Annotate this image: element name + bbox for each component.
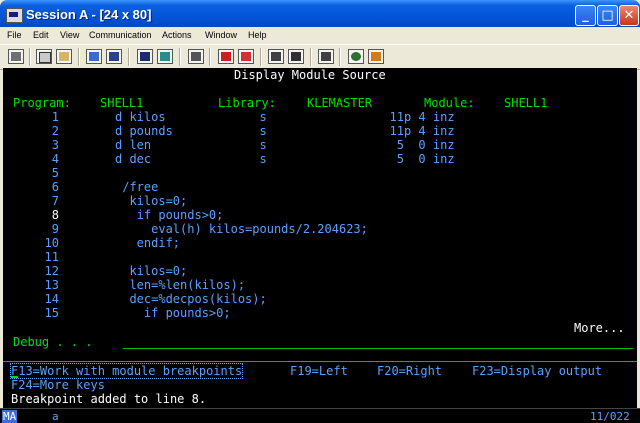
library-value: KLEMASTER (307, 96, 373, 110)
source-line[interactable]: kilos=0; (115, 264, 187, 278)
toolbar-separator (209, 48, 211, 66)
line-number: 15 (44, 306, 59, 320)
menu-file[interactable]: File (7, 30, 22, 40)
session-icon[interactable] (6, 8, 23, 23)
line-number: 7 (51, 194, 59, 208)
toolbar-separator (260, 48, 262, 66)
toolbar-separator (78, 48, 80, 66)
play-icon[interactable] (238, 49, 254, 64)
menu-view[interactable]: View (60, 30, 79, 40)
line-number: 10 (44, 236, 59, 250)
toolbar-separator (29, 48, 31, 66)
source-line[interactable]: dec=%decpos(kilos); (115, 292, 266, 306)
status-message: Breakpoint added to line 8. (11, 392, 207, 406)
macro-icon[interactable] (188, 49, 204, 64)
menu-bar: File Edit View Communication Actions Win… (0, 27, 640, 44)
maximize-button[interactable]: □ (597, 5, 618, 26)
source-line[interactable]: d kilos s 11p 4 inz (115, 110, 455, 124)
display-icon[interactable] (137, 49, 153, 64)
f23-key[interactable]: F23=Display output (472, 364, 602, 378)
debug-input[interactable] (123, 348, 633, 349)
source-line[interactable]: /free (115, 180, 158, 194)
receive-icon[interactable] (106, 49, 122, 64)
print-icon[interactable] (8, 49, 24, 64)
menu-window[interactable]: Window (205, 30, 237, 40)
line-number: 12 (44, 264, 59, 278)
cursor-position: 11/022 (590, 410, 630, 423)
support-icon[interactable] (318, 49, 334, 64)
clipboard-icon[interactable] (288, 49, 304, 64)
globe-icon[interactable] (348, 49, 364, 64)
source-line[interactable]: eval(h) kilos=pounds/2.204623; (115, 222, 368, 236)
f20-key[interactable]: F20=Right (377, 364, 442, 378)
menu-communication[interactable]: Communication (89, 30, 152, 40)
status-bar: MA a 11/022 (0, 408, 640, 423)
separator-line (3, 361, 637, 362)
line-number: 2 (51, 124, 59, 138)
toolbar-separator (339, 48, 341, 66)
line-number: 1 (51, 110, 59, 124)
source-line-breakpoint[interactable]: if pounds>0; (115, 208, 224, 222)
minimize-button[interactable]: _ (575, 5, 596, 26)
toolbar-separator (310, 48, 312, 66)
more-indicator: More... (574, 321, 625, 335)
input-indicator: a (52, 410, 59, 423)
terminal-screen[interactable]: Display Module Source Program: SHELL1 Li… (3, 68, 637, 408)
emulator-window: Session A - [24 x 80] _ □ ✕ File Edit Vi… (0, 0, 640, 423)
line-number: 11 (44, 250, 59, 264)
breakpoint-line-number: 8 (51, 208, 59, 222)
line-number: 13 (44, 278, 59, 292)
record-icon[interactable] (218, 49, 234, 64)
source-line[interactable]: if pounds>0; (115, 306, 231, 320)
f24-key[interactable]: F24=More keys (11, 378, 105, 392)
menu-edit[interactable]: Edit (33, 30, 49, 40)
line-number: 14 (44, 292, 59, 306)
f13-key[interactable]: F13=Work with module breakpoints (9, 363, 244, 379)
palette-icon[interactable] (368, 49, 384, 64)
line-number: 9 (51, 222, 59, 236)
source-line[interactable]: d len s 5 0 inz (115, 138, 455, 152)
line-number: 5 (51, 166, 59, 180)
toolbar (0, 44, 640, 70)
source-line[interactable]: d dec s 5 0 inz (115, 152, 455, 166)
toolbar-separator (179, 48, 181, 66)
menu-actions[interactable]: Actions (162, 30, 192, 40)
source-line[interactable]: endif; (115, 236, 180, 250)
f19-key[interactable]: F19=Left (290, 364, 348, 378)
source-line[interactable]: d pounds s 11p 4 inz (115, 124, 455, 138)
keypad-icon[interactable] (157, 49, 173, 64)
copy-icon[interactable] (36, 49, 52, 64)
program-value: SHELL1 (100, 96, 144, 110)
line-number: 6 (51, 180, 59, 194)
module-value: SHELL1 (504, 96, 548, 110)
module-label: Module: (424, 96, 475, 110)
title-bar[interactable]: Session A - [24 x 80] _ □ ✕ (0, 0, 640, 30)
stop-icon[interactable] (268, 49, 284, 64)
library-label: Library: (218, 96, 276, 110)
source-line[interactable]: len=%len(kilos); (115, 278, 245, 292)
debug-label: Debug . . . (13, 335, 93, 349)
close-button[interactable]: ✕ (619, 5, 639, 26)
send-icon[interactable] (86, 49, 102, 64)
window-title: Session A - [24 x 80] (26, 7, 152, 22)
paste-icon[interactable] (56, 49, 72, 64)
program-label: Program: (13, 96, 71, 110)
menu-help[interactable]: Help (248, 30, 267, 40)
line-number: 3 (51, 138, 59, 152)
line-number: 4 (51, 152, 59, 166)
source-line[interactable]: kilos=0; (115, 194, 187, 208)
toolbar-separator (128, 48, 130, 66)
ma-indicator: MA (2, 410, 18, 423)
screen-heading: Display Module Source (234, 68, 386, 82)
